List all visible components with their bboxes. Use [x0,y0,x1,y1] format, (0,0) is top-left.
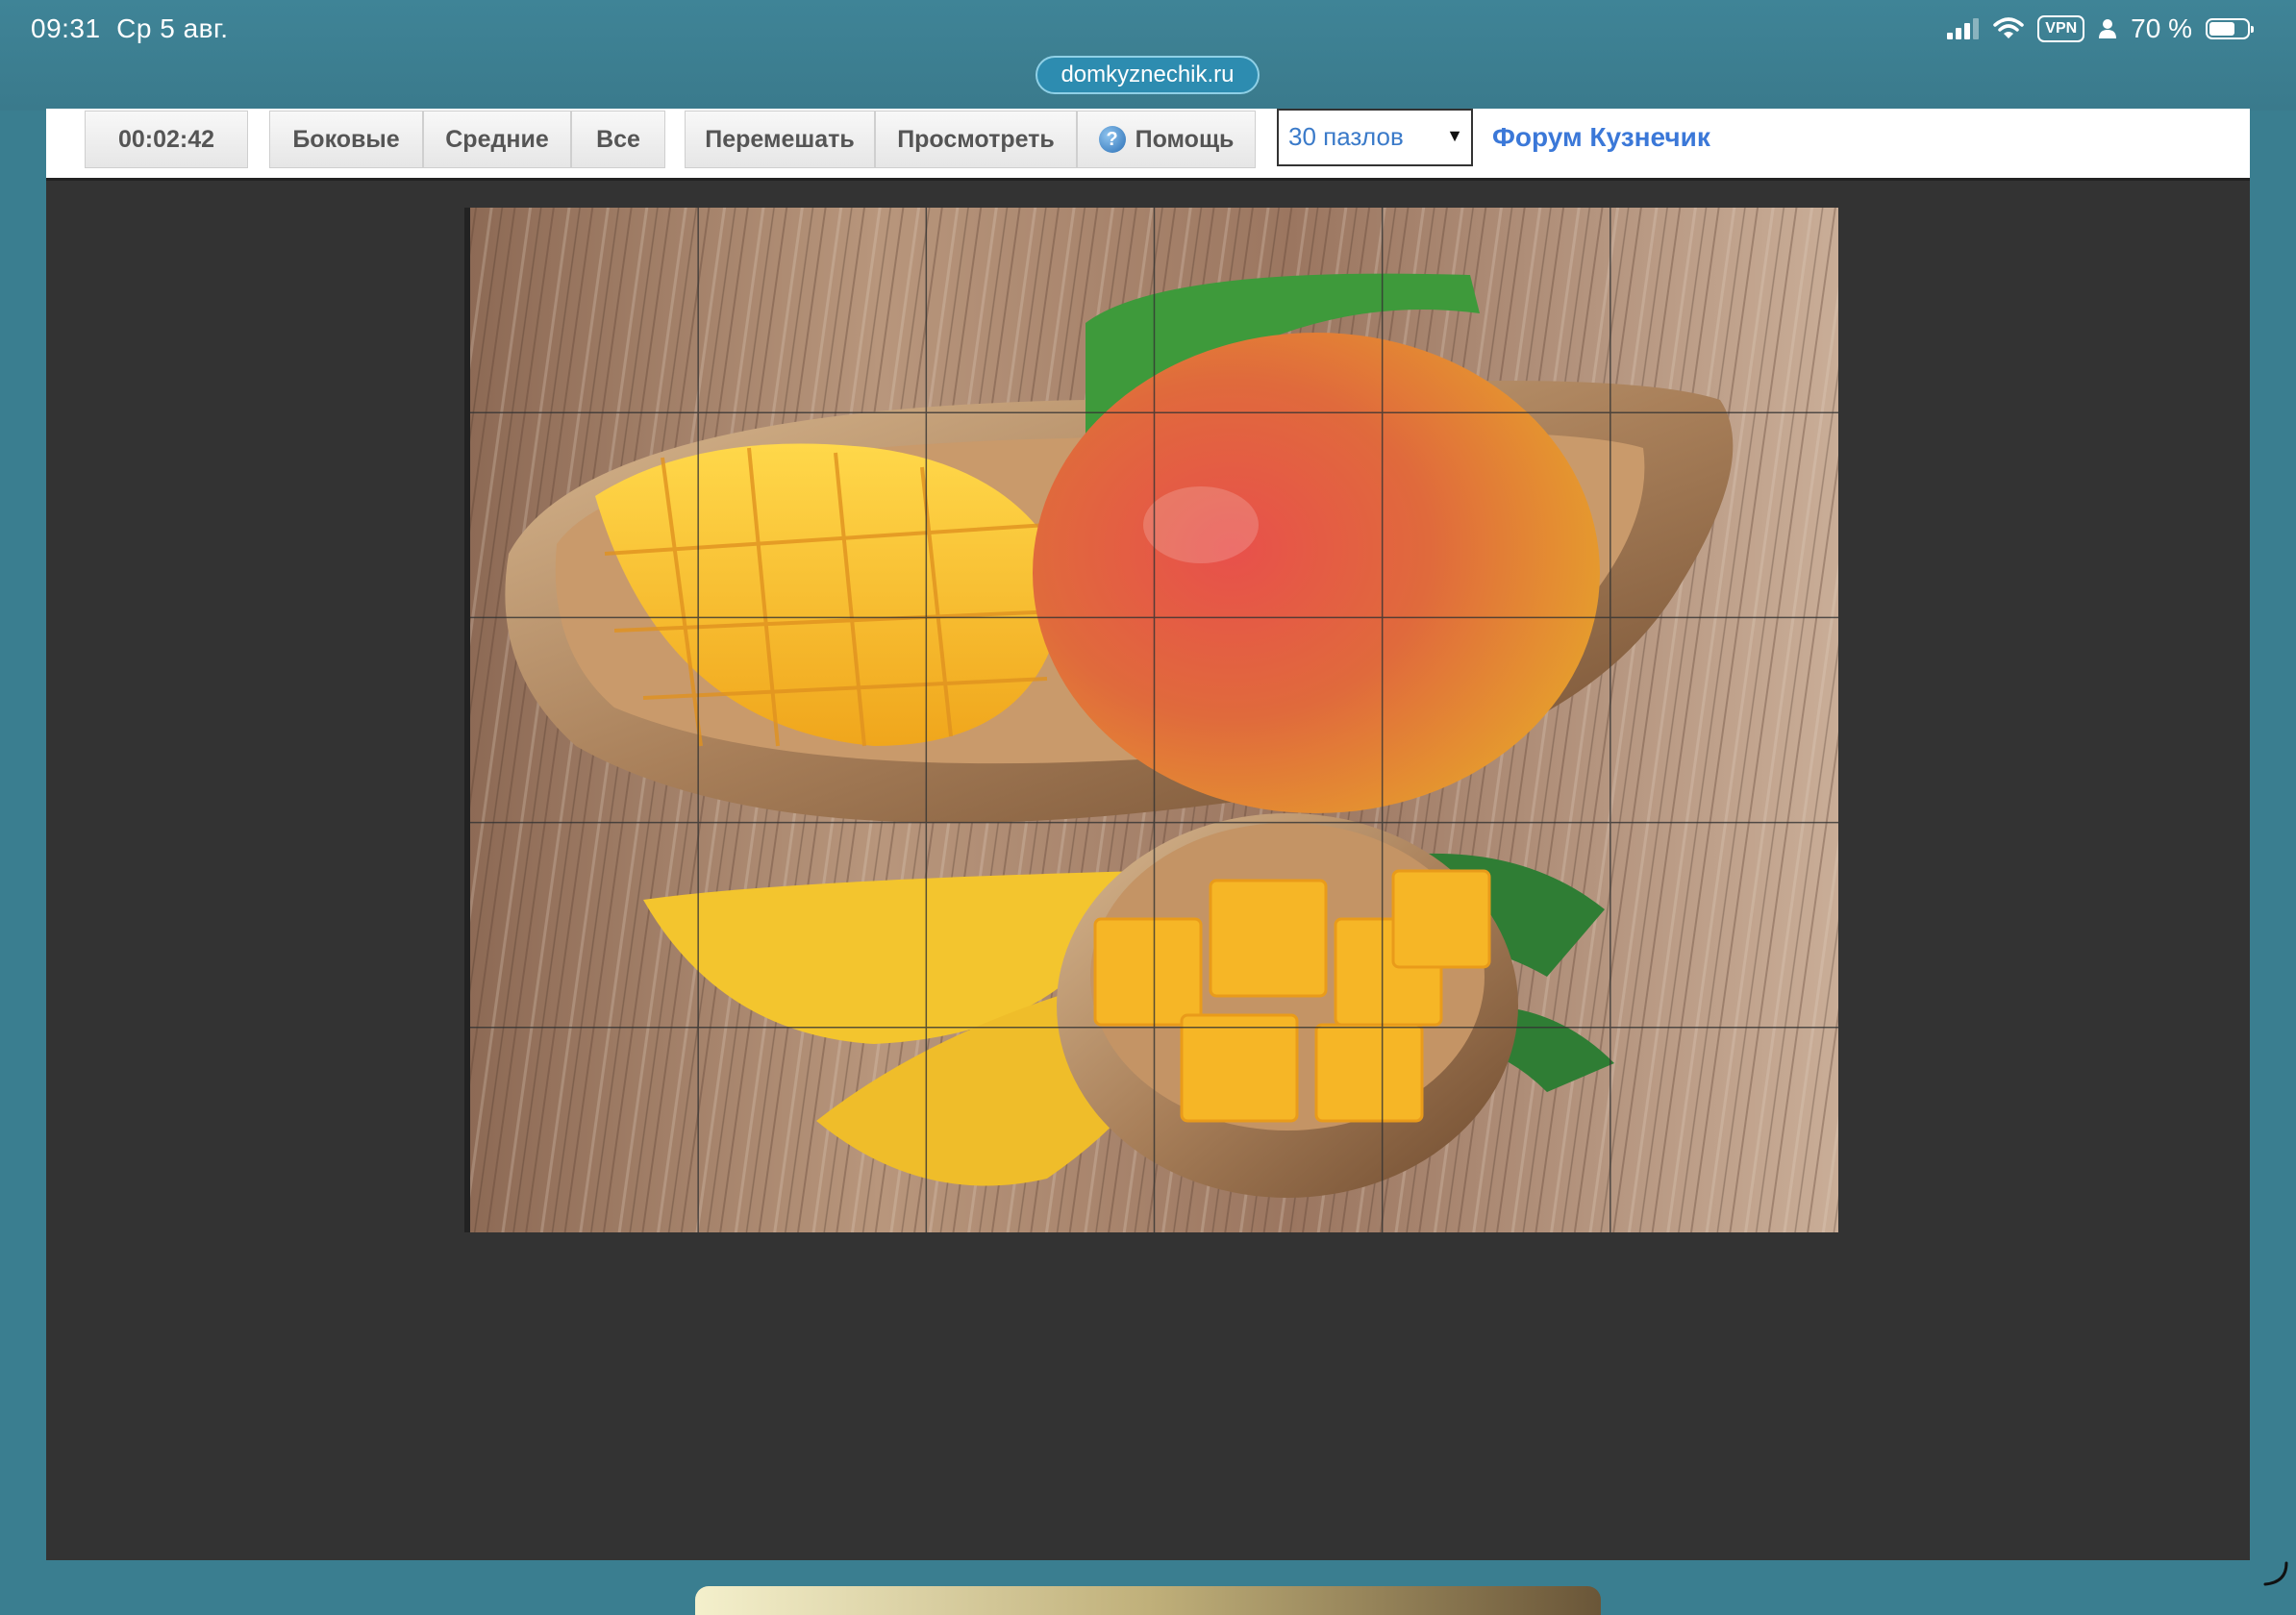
all-button[interactable]: Все [571,111,665,168]
preview-button[interactable]: Просмотреть [875,111,1077,168]
shuffle-button[interactable]: Перемешать [685,111,875,168]
status-time-date: 09:31 Ср 5 авг. [31,13,229,44]
vpn-icon: VPN [2037,15,2085,42]
edges-button[interactable]: Боковые [269,111,423,168]
status-date: Ср 5 авг. [116,13,229,43]
help-icon: ? [1098,126,1126,153]
wifi-icon [1993,17,2025,38]
pieces-select[interactable]: 30 пазлов ▼ [1277,109,1473,166]
battery-icon [2206,18,2254,39]
help-button[interactable]: ? Помощь [1077,111,1256,168]
dropdown-arrow-icon: ▼ [1446,126,1463,145]
status-bar: 09:31 Ср 5 авг. VPN 70 % [0,0,2296,62]
resize-handle-icon[interactable] [2263,1561,2288,1586]
forum-link[interactable]: Форум Кузнечик [1492,122,1710,153]
puzzle-board[interactable] [464,208,1838,1232]
puzzle-grid [470,208,1838,1232]
status-indicators: VPN 70 % [1947,13,2254,44]
signal-icon [1947,18,1980,39]
status-time: 09:31 [31,13,101,43]
bottom-bar [695,1586,1601,1615]
url-pill[interactable]: domkyznechik.ru [1036,56,1260,94]
middle-button[interactable]: Средние [423,111,571,168]
person-icon [2099,19,2117,38]
pieces-select-value: 30 пазлов [1288,122,1404,151]
page-content: 00:02:42 Боковые Средние Все Перемешать … [46,109,2250,1560]
puzzle-toolbar: 00:02:42 Боковые Средние Все Перемешать … [46,109,2250,181]
battery-percent: 70 % [2131,13,2192,43]
help-label: Помощь [1135,125,1235,153]
timer-display: 00:02:42 [85,111,248,168]
